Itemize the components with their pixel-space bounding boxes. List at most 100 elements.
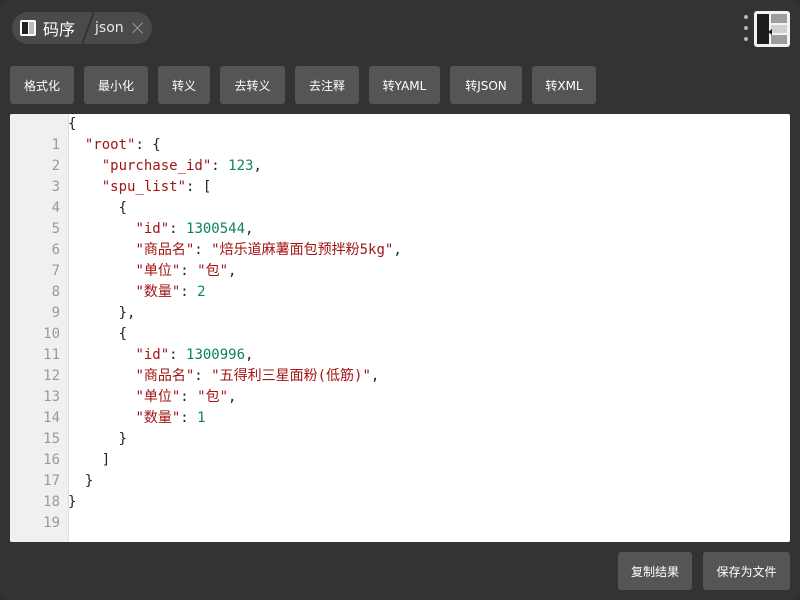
json-punct: , xyxy=(228,263,237,279)
code-line: "商品名": "焙乐道麻薯面包预拌粉5kg", xyxy=(68,240,402,261)
json-key: "商品名" xyxy=(135,242,195,258)
json-key: "spu_list" xyxy=(101,179,187,195)
app-name[interactable]: 码序 xyxy=(43,16,75,40)
json-punct: , xyxy=(245,347,254,363)
json-string: "焙乐道麻薯面包预拌粉5kg" xyxy=(211,242,394,258)
json-punct: , xyxy=(393,242,402,258)
json-key: "id" xyxy=(135,221,170,237)
json-string: "包" xyxy=(197,389,229,405)
json-key: "数量" xyxy=(135,284,181,300)
json-number: 1300996 xyxy=(186,347,246,363)
format-button[interactable]: 格式化 xyxy=(10,66,74,104)
breadcrumb-separator xyxy=(81,12,95,44)
code-line: ] xyxy=(68,450,110,471)
json-punct: : xyxy=(194,242,212,258)
line-number: 19 xyxy=(43,515,60,531)
json-punct: : xyxy=(180,410,198,426)
code-line: "数量": 2 xyxy=(68,282,206,303)
remove-comments-button[interactable]: 去注释 xyxy=(295,66,359,104)
json-key: "purchase_id" xyxy=(101,158,212,174)
minify-button[interactable]: 最小化 xyxy=(84,66,148,104)
copy-result-button[interactable]: 复制结果 xyxy=(618,552,692,590)
code-line: }, xyxy=(68,303,136,324)
code-line: "root": { xyxy=(68,135,161,156)
json-key: "id" xyxy=(135,347,170,363)
line-number: 14 xyxy=(43,410,60,426)
code-line: { xyxy=(68,198,127,219)
json-punct: : xyxy=(194,368,212,384)
code-line: "id": 1300544, xyxy=(68,219,253,240)
code-line: "单位": "包", xyxy=(68,387,236,408)
json-punct: , xyxy=(370,368,380,384)
line-number: 10 xyxy=(43,326,60,342)
code-line: "spu_list": [ xyxy=(68,177,212,198)
code-line: } xyxy=(68,429,127,450)
json-punct: }, xyxy=(118,305,136,321)
code-line: "商品名": "五得利三星面粉(低筋)", xyxy=(68,366,379,387)
json-punct: , xyxy=(228,389,237,405)
line-number: 8 xyxy=(51,284,60,300)
line-number: 11 xyxy=(43,347,60,363)
close-icon[interactable] xyxy=(132,22,144,34)
json-punct: { xyxy=(68,116,77,132)
code-editor[interactable]: 1 2 3 4 5 6 7 8 9 10 11 12 13 14 15 16 17 18 19 { "root": … xyxy=(10,114,790,542)
json-punct: ] xyxy=(101,452,111,468)
json-punct: : xyxy=(169,347,187,363)
line-number: 7 xyxy=(51,263,60,279)
line-number: 16 xyxy=(43,452,60,468)
json-punct: , xyxy=(253,158,262,174)
code-line: "id": 1300996, xyxy=(68,345,253,366)
json-punct: : xyxy=(180,389,198,405)
json-punct: : xyxy=(211,158,229,174)
line-number: 18 xyxy=(43,494,60,510)
json-number: 1300544 xyxy=(186,221,246,237)
to-json-button[interactable]: 转JSON xyxy=(450,66,522,104)
line-number: 4 xyxy=(51,200,60,216)
breadcrumb: 码序 json xyxy=(12,12,152,44)
line-number: 13 xyxy=(43,389,60,405)
to-xml-button[interactable]: 转XML xyxy=(532,66,596,104)
code-line: } xyxy=(68,471,93,492)
json-punct: : { xyxy=(135,137,161,153)
save-as-file-button[interactable]: 保存为文件 xyxy=(703,552,790,590)
code-line: "purchase_id": 123, xyxy=(68,156,262,177)
json-number: 1 xyxy=(197,410,206,426)
code-line: "数量": 1 xyxy=(68,408,206,429)
json-key: "商品名" xyxy=(135,368,195,384)
line-number: 2 xyxy=(51,158,60,174)
app-window: 码序 json 格式化 最小化 转义 去转义 去注释 转YAML 转JSON 转… xyxy=(0,0,800,600)
line-number: 9 xyxy=(51,305,60,321)
line-number: 5 xyxy=(51,221,60,237)
json-key: "数量" xyxy=(135,410,181,426)
json-punct: : [ xyxy=(186,179,212,195)
json-key: "单位" xyxy=(135,389,181,405)
line-number-gutter: 1 2 3 4 5 6 7 8 9 10 11 12 13 14 15 16 17 18 19 xyxy=(10,114,69,542)
more-vertical-icon[interactable] xyxy=(744,15,748,41)
line-number: 12 xyxy=(43,368,60,384)
to-yaml-button[interactable]: 转YAML xyxy=(369,66,440,104)
code-line: { xyxy=(68,114,76,135)
tab-json[interactable]: json xyxy=(95,20,124,36)
json-punct: : xyxy=(180,263,198,279)
escape-button[interactable]: 转义 xyxy=(158,66,210,104)
line-number: 6 xyxy=(51,242,60,258)
line-number: 17 xyxy=(43,473,60,489)
json-punct: { xyxy=(118,326,128,342)
code-line: } xyxy=(68,492,76,513)
json-punct: { xyxy=(118,200,128,216)
code-line: { xyxy=(68,324,127,345)
line-number: 15 xyxy=(43,431,60,447)
json-key: "root" xyxy=(84,137,136,153)
json-punct: } xyxy=(84,473,94,489)
code-line: "单位": "包", xyxy=(68,261,236,282)
json-string: "五得利三星面粉(低筋)" xyxy=(211,368,371,384)
app-logo-icon xyxy=(20,20,36,36)
json-punct: } xyxy=(118,431,128,447)
json-number: 2 xyxy=(197,284,206,300)
unescape-button[interactable]: 去转义 xyxy=(220,66,285,104)
line-number: 1 xyxy=(51,137,60,153)
line-number: 3 xyxy=(51,179,60,195)
json-string: "包" xyxy=(197,263,229,279)
json-punct: : xyxy=(169,221,187,237)
panel-toggle-icon[interactable] xyxy=(754,11,790,47)
